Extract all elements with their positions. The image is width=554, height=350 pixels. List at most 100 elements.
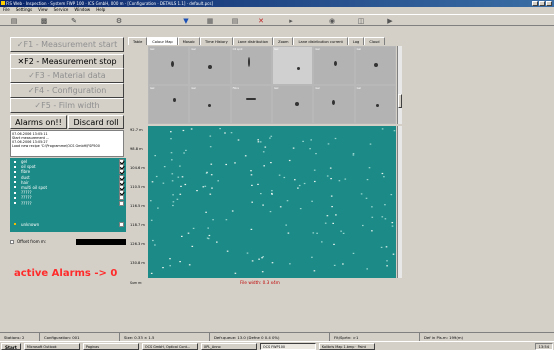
defect-mark[interactable] bbox=[269, 137, 271, 139]
defect-mark[interactable] bbox=[181, 235, 183, 237]
defect-thumbnail[interactable]: Gel bbox=[149, 47, 189, 84]
defect-mark[interactable] bbox=[150, 200, 152, 202]
offset-value-field[interactable] bbox=[76, 239, 126, 245]
defect-mark[interactable] bbox=[183, 152, 185, 154]
defect-mark[interactable] bbox=[333, 243, 335, 245]
defect-mark[interactable] bbox=[184, 183, 187, 186]
defect-mark[interactable] bbox=[170, 138, 172, 140]
tab-zoom[interactable]: Zoom bbox=[273, 37, 294, 45]
defect-mark[interactable] bbox=[151, 181, 154, 183]
defect-mark[interactable] bbox=[279, 206, 282, 208]
defect-mark[interactable] bbox=[209, 146, 212, 148]
defect-mark[interactable] bbox=[344, 178, 347, 180]
export-icon[interactable]: ◫ bbox=[357, 17, 365, 25]
tab-cloud[interactable]: Cloud bbox=[364, 37, 385, 45]
defect-mark[interactable] bbox=[179, 165, 181, 167]
menu-window[interactable]: Window bbox=[74, 7, 90, 13]
alarms-on-button[interactable]: Alarms on!! bbox=[10, 115, 67, 129]
defect-mark[interactable] bbox=[163, 166, 166, 168]
defect-mark[interactable] bbox=[393, 130, 396, 132]
defect-mark[interactable] bbox=[216, 241, 218, 243]
defect-checkbox[interactable] bbox=[119, 221, 124, 227]
defect-mark[interactable] bbox=[302, 140, 304, 142]
defect-mark[interactable] bbox=[384, 204, 386, 206]
defect-mark[interactable] bbox=[154, 244, 156, 246]
defect-mark[interactable] bbox=[217, 180, 219, 182]
tab-lane-distribution[interactable]: Lane distribution bbox=[232, 37, 274, 45]
close-button[interactable] bbox=[546, 1, 552, 6]
defect-mark[interactable] bbox=[246, 252, 249, 254]
defect-thumbnail[interactable]: Gel bbox=[314, 47, 354, 84]
defect-mark[interactable] bbox=[169, 265, 171, 267]
defect-mark[interactable] bbox=[234, 162, 236, 164]
defect-mark[interactable] bbox=[162, 182, 165, 184]
defect-mark[interactable] bbox=[185, 149, 187, 151]
defect-mark[interactable] bbox=[312, 232, 315, 234]
defect-mark[interactable] bbox=[371, 230, 373, 232]
material-data-button[interactable]: ✓F3 - Material data bbox=[10, 68, 124, 83]
defect-mark[interactable] bbox=[297, 187, 299, 189]
taskbar-item[interactable]: OCS GmbH, Optical Cont... bbox=[141, 342, 198, 350]
defect-thumbnail[interactable]: Gel bbox=[190, 47, 230, 84]
print-icon[interactable]: ✎ bbox=[70, 17, 78, 25]
defect-mark[interactable] bbox=[316, 232, 318, 234]
discard-roll-button[interactable]: Discard roll bbox=[68, 115, 124, 129]
defect-mark[interactable] bbox=[287, 232, 290, 234]
tab-mosaic[interactable]: Mosaic bbox=[177, 37, 201, 45]
defect-mark[interactable] bbox=[172, 194, 174, 196]
defect-mark[interactable] bbox=[188, 264, 191, 266]
taskbar-item[interactable]: XPL_Anno bbox=[200, 342, 257, 350]
defect-mark[interactable] bbox=[209, 135, 212, 137]
defect-mark[interactable] bbox=[303, 182, 306, 185]
defect-mark[interactable] bbox=[162, 267, 164, 269]
minimize-button[interactable] bbox=[532, 1, 538, 6]
defect-mark[interactable] bbox=[342, 232, 345, 234]
folder-icon[interactable]: ▤ bbox=[10, 17, 18, 25]
defect-mark[interactable] bbox=[330, 195, 333, 197]
defect-mark[interactable] bbox=[330, 178, 332, 180]
defect-colour-map[interactable] bbox=[148, 126, 396, 278]
save-icon[interactable]: ▩ bbox=[40, 17, 48, 25]
defect-mark[interactable] bbox=[263, 165, 265, 167]
defect-mark[interactable] bbox=[391, 222, 394, 224]
defect-mark[interactable] bbox=[271, 262, 274, 264]
defect-mark[interactable] bbox=[286, 200, 289, 202]
defect-mark[interactable] bbox=[251, 201, 253, 203]
defect-mark[interactable] bbox=[384, 218, 387, 220]
defect-mark[interactable] bbox=[226, 250, 229, 252]
defect-mark[interactable] bbox=[169, 258, 171, 260]
defect-mark[interactable] bbox=[202, 186, 205, 188]
tab-time-history[interactable]: Time History bbox=[200, 37, 233, 45]
tab-table[interactable]: Table bbox=[128, 37, 148, 45]
defect-mark[interactable] bbox=[251, 184, 253, 186]
defect-thumbnail[interactable]: Fibre bbox=[231, 86, 271, 123]
defect-mark[interactable] bbox=[257, 139, 259, 141]
defect-mark[interactable] bbox=[334, 137, 337, 140]
defect-mark[interactable] bbox=[283, 176, 286, 179]
defect-mark[interactable] bbox=[392, 253, 395, 255]
map-scrollbar[interactable] bbox=[397, 126, 402, 278]
defect-mark[interactable] bbox=[278, 174, 281, 176]
defect-mark[interactable] bbox=[362, 224, 364, 227]
list-icon[interactable]: ▤ bbox=[231, 17, 239, 25]
defect-mark[interactable] bbox=[365, 197, 368, 199]
defect-mark[interactable] bbox=[340, 230, 342, 232]
defect-mark[interactable] bbox=[288, 159, 291, 162]
defect-mark[interactable] bbox=[386, 265, 388, 267]
defect-mark[interactable] bbox=[327, 143, 330, 145]
menu-service[interactable]: Service bbox=[54, 7, 69, 13]
defect-mark[interactable] bbox=[179, 261, 181, 263]
defect-thumbnail[interactable]: Gel bbox=[314, 86, 354, 123]
defect-mark[interactable] bbox=[262, 204, 264, 206]
defect-mark[interactable] bbox=[225, 219, 228, 221]
defect-mark[interactable] bbox=[264, 146, 267, 148]
defect-mark[interactable] bbox=[250, 174, 253, 176]
defect-mark[interactable] bbox=[342, 263, 344, 265]
defect-mark[interactable] bbox=[171, 159, 173, 161]
defect-mark[interactable] bbox=[205, 211, 207, 213]
defect-mark[interactable] bbox=[157, 207, 159, 209]
defect-mark[interactable] bbox=[182, 129, 185, 132]
tab-lane-distribution-current[interactable]: Lane distribution current bbox=[293, 37, 348, 45]
defect-mark[interactable] bbox=[259, 141, 262, 143]
defect-mark[interactable] bbox=[352, 153, 355, 155]
